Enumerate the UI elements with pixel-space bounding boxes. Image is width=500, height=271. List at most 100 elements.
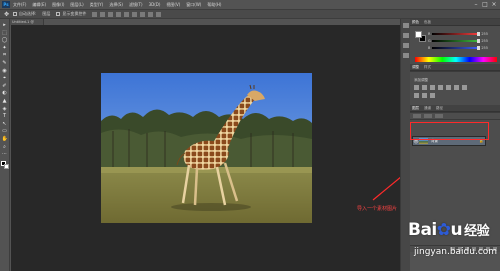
giraffe-photo-art xyxy=(101,73,312,223)
canvas-area[interactable]: 导入一个素材图片 xyxy=(11,25,417,271)
background-color-swatch[interactable] xyxy=(3,163,9,169)
menu-3d[interactable]: 3D(D) xyxy=(149,2,161,7)
quick-select-tool-icon[interactable]: ✦ xyxy=(2,45,8,51)
transform-controls-checkbox[interactable] xyxy=(56,12,61,16)
slider-red-value[interactable]: 255 xyxy=(480,32,488,36)
layers-panel-tabs: 图层 通道 路径 xyxy=(410,105,500,112)
close-button[interactable]: × xyxy=(490,1,498,8)
annotation-highlight-box xyxy=(410,122,489,140)
slider-blue[interactable]: B 255 xyxy=(428,45,488,50)
layer-select-dropdown[interactable]: 图层 xyxy=(42,11,50,17)
history-panel-icon[interactable] xyxy=(402,23,409,28)
hue-saturation-icon[interactable] xyxy=(454,85,459,90)
healing-brush-tool-icon[interactable]: ◉ xyxy=(2,68,8,74)
slider-blue-thumb[interactable] xyxy=(477,45,480,50)
opacity-field[interactable] xyxy=(435,114,443,118)
tab-channels[interactable]: 通道 xyxy=(424,106,431,111)
align-left-icon[interactable] xyxy=(116,11,122,17)
slider-red-track[interactable] xyxy=(432,31,480,36)
color-spectrum[interactable] xyxy=(415,57,497,62)
slider-red-thumb[interactable] xyxy=(477,31,480,36)
properties-panel-icon[interactable] xyxy=(402,33,409,38)
adjustments-title: 添加调整 xyxy=(414,78,428,82)
menu-view[interactable]: 视图(V) xyxy=(166,2,180,8)
watermark-url: jingyan.baidu.com xyxy=(414,247,498,257)
blend-mode-dropdown[interactable] xyxy=(424,114,432,118)
move-tool-icon[interactable]: ▸ xyxy=(2,22,8,28)
type-tool-icon[interactable]: T xyxy=(2,113,8,119)
menu-type[interactable]: 类型(Y) xyxy=(90,2,104,8)
black-white-icon[interactable] xyxy=(414,93,419,98)
history-brush-tool-icon[interactable]: ◐ xyxy=(2,90,8,96)
tab-adjustments[interactable]: 调整 xyxy=(412,65,419,70)
annotation-text: 导入一个素材图片 xyxy=(357,206,398,212)
slider-green-value[interactable]: 255 xyxy=(480,39,488,43)
tab-styles[interactable]: 样式 xyxy=(424,65,431,70)
adjustment-icons xyxy=(414,85,474,101)
minimize-button[interactable]: – xyxy=(472,1,480,8)
menu-window[interactable]: 窗口(W) xyxy=(186,2,201,8)
align-center-icon[interactable] xyxy=(124,11,130,17)
marquee-tool-icon[interactable]: ⬚ xyxy=(2,30,8,36)
slider-blue-value[interactable]: 255 xyxy=(480,46,488,50)
shape-tool-icon[interactable]: ▭ xyxy=(2,128,8,134)
layer-filter-bar xyxy=(410,113,500,120)
layer-kind-filter[interactable] xyxy=(413,114,421,118)
menu-select[interactable]: 选择(S) xyxy=(109,2,123,8)
tab-paths[interactable]: 路径 xyxy=(436,106,443,111)
slider-green[interactable]: G 255 xyxy=(428,38,488,43)
exposure-icon[interactable] xyxy=(438,85,443,90)
color-balance-icon[interactable] xyxy=(462,85,467,90)
tab-swatches[interactable]: 色板 xyxy=(424,20,431,25)
gradient-tool-icon[interactable]: ◈ xyxy=(2,106,8,112)
slider-red[interactable]: R 255 xyxy=(428,31,488,36)
lasso-tool-icon[interactable]: ◯ xyxy=(2,37,8,43)
menu-layer[interactable]: 图层(L) xyxy=(70,2,83,8)
slider-blue-track[interactable] xyxy=(432,45,480,50)
giraffe-photo[interactable] xyxy=(101,73,312,223)
curves-icon[interactable] xyxy=(430,85,435,90)
tools-panel: ▸ ⬚ ◯ ✦ ⌗ ✎ ◉ ⌖ ✐ ◐ ▲ ◈ T ↖ ▭ ✋ ⌕ ⋯ xyxy=(0,19,10,271)
maximize-button[interactable]: □ xyxy=(481,1,489,8)
levels-icon[interactable] xyxy=(422,85,427,90)
path-select-tool-icon[interactable]: ↖ xyxy=(2,121,8,127)
auto-select-checkbox[interactable] xyxy=(13,12,17,16)
menu-image[interactable]: 图像(I) xyxy=(52,2,64,8)
align-right-icon[interactable] xyxy=(132,11,138,17)
watermark-brand-end: u xyxy=(450,220,463,240)
color-panel: R 255 G 255 B 255 xyxy=(410,26,500,64)
menu-help[interactable]: 帮助(H) xyxy=(207,2,221,8)
tab-layers[interactable]: 图层 xyxy=(412,106,419,111)
align-bottom-icon[interactable] xyxy=(108,11,114,17)
brightness-icon[interactable] xyxy=(414,85,419,90)
align-top-icon[interactable] xyxy=(92,11,98,17)
channel-mixer-icon[interactable] xyxy=(430,93,435,98)
paragraph-panel-icon[interactable] xyxy=(402,53,409,58)
photo-filter-icon[interactable] xyxy=(422,93,427,98)
baidu-jingyan-watermark: Bai✿u 经验 jingyan.baidu.com xyxy=(408,220,500,271)
slider-green-thumb[interactable] xyxy=(477,38,480,43)
eraser-tool-icon[interactable]: ▲ xyxy=(2,98,8,104)
more-tools-icon[interactable]: ⋯ xyxy=(2,151,8,157)
distribute-horizontal-icon[interactable] xyxy=(148,11,154,17)
move-tool-icon[interactable]: ✥ xyxy=(3,11,10,18)
distribute-icon[interactable] xyxy=(140,11,146,17)
eyedropper-tool-icon[interactable]: ✎ xyxy=(2,60,8,66)
vibrance-icon[interactable] xyxy=(446,85,451,90)
menu-filter[interactable]: 滤镜(T) xyxy=(129,2,143,8)
color-swatches[interactable] xyxy=(0,160,9,170)
adjust-panel-tabs: 调整 样式 xyxy=(410,64,500,71)
color-panel-foreground-swatch[interactable] xyxy=(415,31,422,38)
align-middle-icon[interactable] xyxy=(100,11,106,17)
tab-color[interactable]: 颜色 xyxy=(412,20,419,25)
hand-tool-icon[interactable]: ✋ xyxy=(2,136,8,142)
character-panel-icon[interactable] xyxy=(402,43,409,48)
zoom-tool-icon[interactable]: ⌕ xyxy=(2,144,8,150)
clone-stamp-tool-icon[interactable]: ✐ xyxy=(2,83,8,89)
crop-tool-icon[interactable]: ⌗ xyxy=(2,52,8,58)
brush-tool-icon[interactable]: ⌖ xyxy=(2,75,8,81)
3d-mode-icon[interactable] xyxy=(156,11,162,17)
slider-green-track[interactable] xyxy=(432,38,480,43)
menu-file[interactable]: 文件(F) xyxy=(13,2,26,8)
menu-edit[interactable]: 编辑(E) xyxy=(32,2,46,8)
